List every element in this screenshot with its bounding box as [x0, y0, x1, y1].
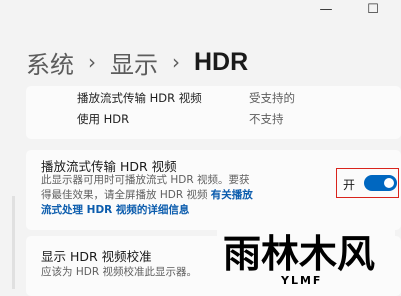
toggle-state-label: 开: [343, 178, 356, 192]
setting-description-calibration: 应该为 HDR 视频校准此显示器。: [41, 266, 197, 278]
capability-label-hdr: 使用 HDR: [77, 112, 130, 126]
chevron-right-icon: ›: [88, 50, 96, 74]
desc-line-2-text: 得最佳效果，请全屏播放 HDR 视频: [41, 189, 211, 201]
breadcrumb-system[interactable]: 系统: [26, 45, 74, 80]
setting-title-calibration: 显示 HDR 视频校准: [41, 249, 152, 264]
hdr-capabilities-card: 播放流式传输 HDR 视频 受支持的 使用 HDR 不支持: [26, 86, 401, 139]
svg-text:雨林木风: 雨林木风: [223, 232, 375, 276]
hdr-streaming-info-link-cont[interactable]: 流式处理 HDR 视频的详细信息: [41, 203, 271, 218]
maximize-icon[interactable]: ☐: [365, 2, 381, 18]
desc-line-1: 此显示器可用时可播放流式 HDR 视频。要获: [41, 174, 250, 186]
scroll-rail: [12, 196, 15, 289]
capability-label-streaming: 播放流式传输 HDR 视频: [77, 91, 202, 105]
desc-line-2: 得最佳效果，请全屏播放 HDR 视频 有关播放: [41, 188, 271, 203]
breadcrumb: 系统 › 显示 › HDR: [26, 44, 248, 80]
breadcrumb-display[interactable]: 显示: [110, 45, 158, 80]
streaming-hdr-toggle-highlight: 开: [336, 168, 399, 198]
capability-value-hdr: 不支持: [249, 112, 284, 126]
page-title: HDR: [194, 47, 249, 76]
minimize-icon[interactable]: —: [318, 2, 334, 18]
toggle-knob: [384, 178, 394, 188]
setting-description-streaming: 此显示器可用时可播放流式 HDR 视频。要获 得最佳效果，请全屏播放 HDR 视…: [41, 173, 271, 218]
streaming-hdr-toggle[interactable]: [364, 175, 397, 191]
chevron-right-icon: ›: [172, 50, 180, 74]
capability-value-streaming: 受支持的: [249, 91, 295, 105]
ylmf-watermark-logo: 雨林木风 YLMF: [217, 227, 395, 287]
hdr-streaming-info-link[interactable]: 有关播放: [211, 189, 253, 201]
svg-text:YLMF: YLMF: [280, 274, 322, 287]
